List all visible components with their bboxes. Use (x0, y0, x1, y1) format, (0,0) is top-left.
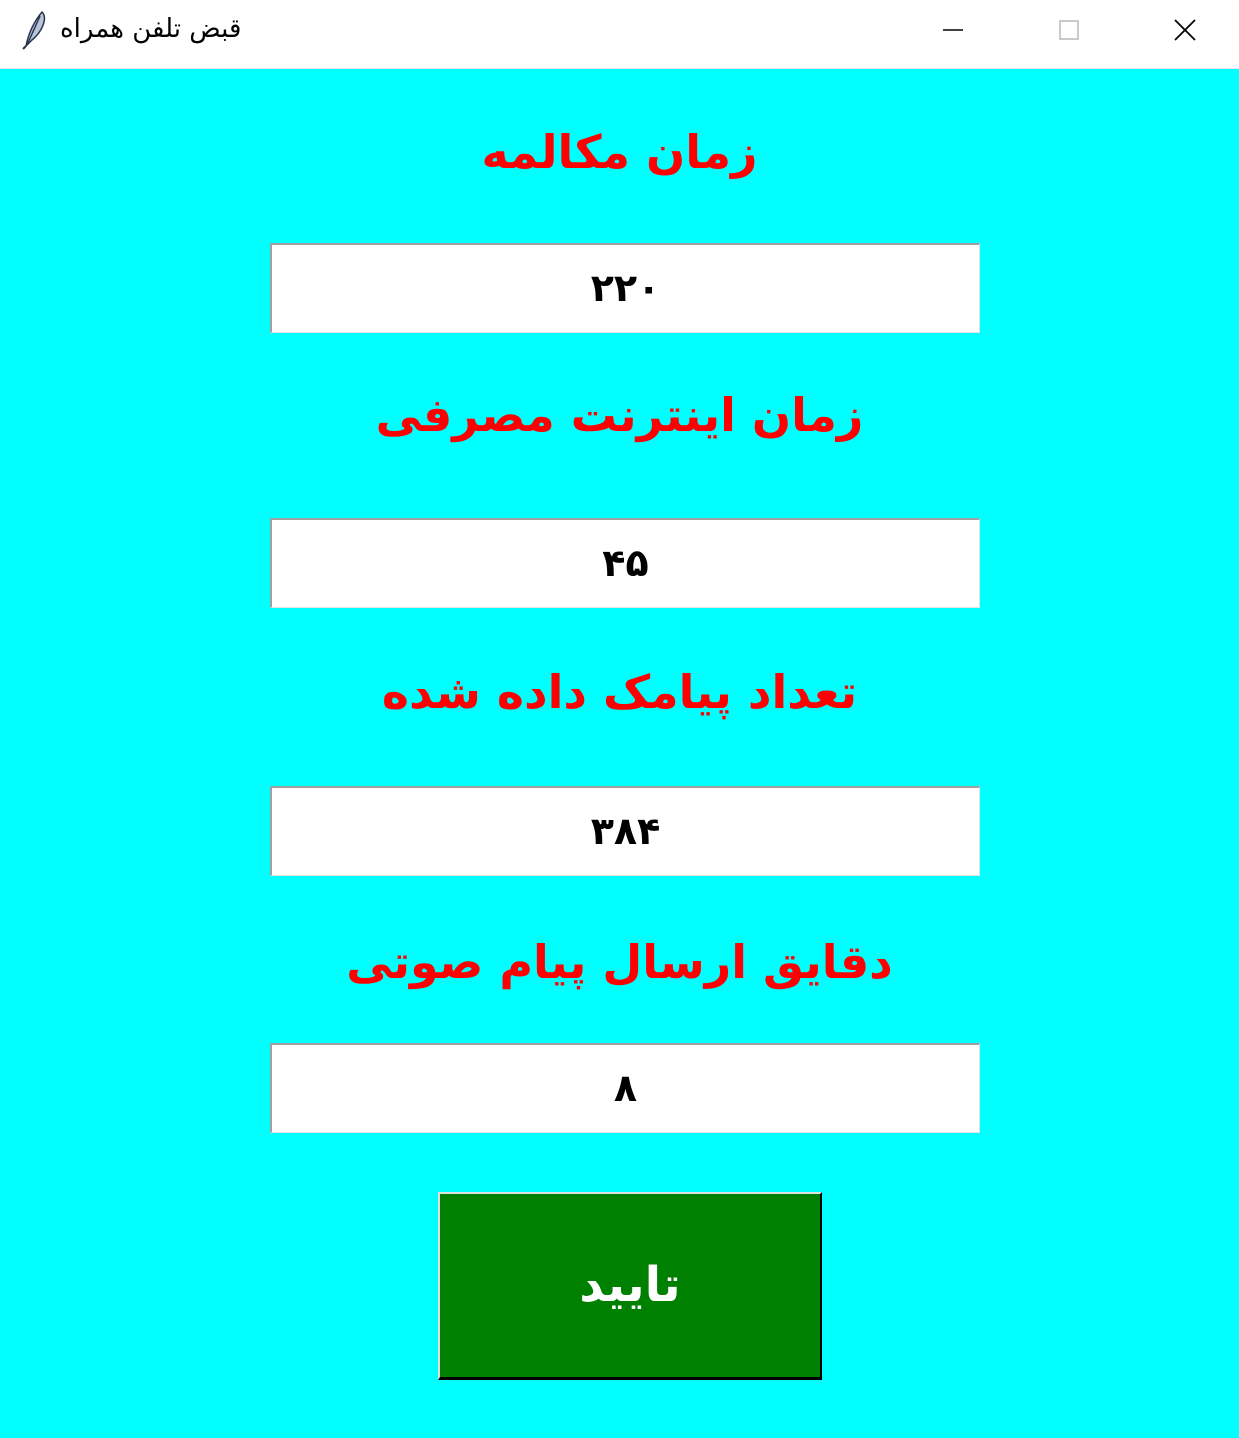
call-time-input[interactable]: ۲۲۰ (270, 243, 980, 333)
voice-minutes-label: دقایق ارسال پیام صوتی (346, 935, 893, 989)
call-time-label: زمان مکالمه (481, 125, 758, 179)
title-bar[interactable]: قبض تلفن همراه (0, 0, 1239, 69)
internet-time-label: زمان اینترنت مصرفی (375, 388, 864, 442)
minimize-button[interactable] (898, 0, 1008, 60)
sms-count-label: تعداد پیامک داده شده (381, 665, 858, 719)
window-title: قبض تلفن همراه (60, 14, 242, 44)
maximize-button[interactable] (1014, 0, 1124, 60)
close-icon (1174, 19, 1196, 41)
maximize-icon (1059, 20, 1079, 40)
submit-button[interactable]: تایید (438, 1192, 822, 1380)
minimize-icon (943, 29, 963, 31)
sms-count-input[interactable]: ۳۸۴ (270, 786, 980, 876)
close-button[interactable] (1130, 0, 1239, 60)
app-window: قبض تلفن همراه زمان مکالمه ۲۲۰ زمان اینت… (0, 0, 1239, 1438)
feather-icon (20, 10, 48, 50)
internet-time-input[interactable]: ۴۵ (270, 518, 980, 608)
voice-minutes-input[interactable]: ۸ (270, 1043, 980, 1133)
